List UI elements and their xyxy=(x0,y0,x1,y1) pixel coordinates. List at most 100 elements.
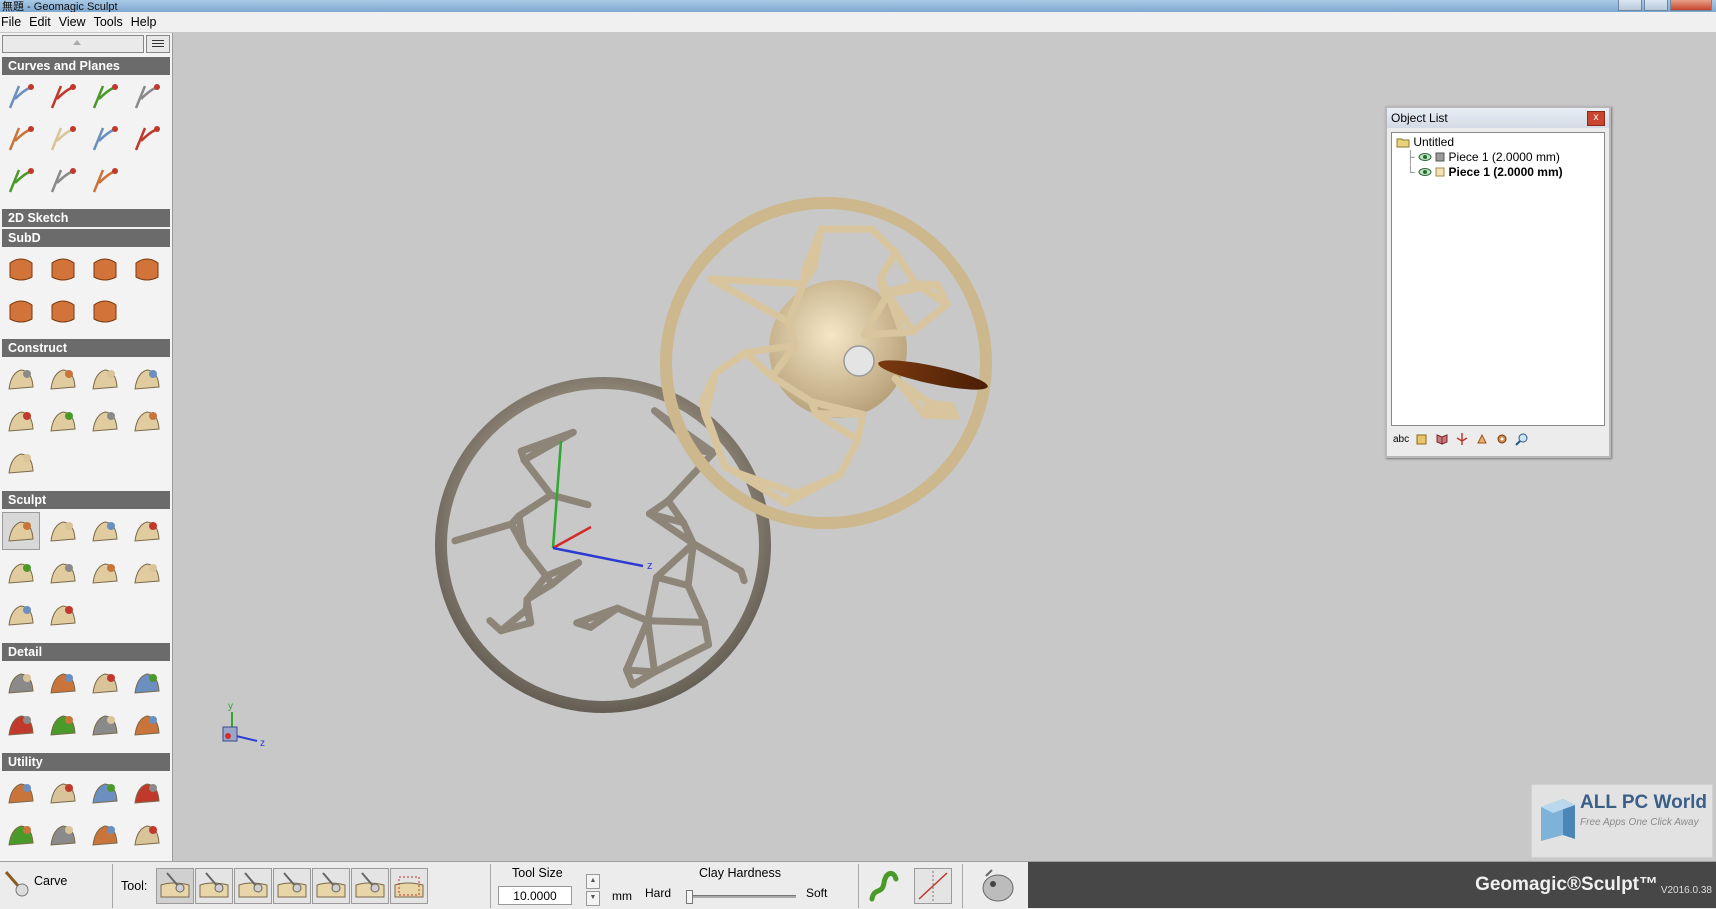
palette-scroll-up[interactable] xyxy=(2,35,144,53)
gear-icon[interactable] xyxy=(1495,432,1509,446)
subd-cylinder-icon[interactable] xyxy=(128,250,166,288)
menu-view[interactable]: View xyxy=(58,15,86,29)
emboss-icon[interactable] xyxy=(128,554,166,592)
section-header[interactable]: 2D Sketch xyxy=(2,209,170,227)
dark-lattice-sphere[interactable] xyxy=(441,383,765,707)
capsule-icon[interactable] xyxy=(128,402,166,440)
stepper-down[interactable]: ▼ xyxy=(586,891,600,906)
clay-hardness-slider[interactable] xyxy=(686,895,796,898)
section-header[interactable]: Sculpt xyxy=(2,491,170,509)
tree-item-piece-1[interactable]: ├ Piece 1 (2.0000 mm) xyxy=(1406,150,1560,165)
sphere-plane-icon[interactable] xyxy=(86,120,124,158)
spikes-icon[interactable] xyxy=(44,706,82,744)
plane-grid-icon[interactable] xyxy=(2,162,40,200)
tool-variant-5-button[interactable] xyxy=(312,868,350,904)
curve-cut-icon[interactable] xyxy=(86,554,124,592)
subd-torus-icon[interactable] xyxy=(86,250,124,288)
boolean-blocks-icon[interactable] xyxy=(2,774,40,812)
blob-icon[interactable] xyxy=(44,402,82,440)
visibility-eye-icon[interactable] xyxy=(1418,167,1432,177)
curve-extend-icon[interactable] xyxy=(128,78,166,116)
texture-honeycomb-icon[interactable] xyxy=(44,664,82,702)
light-lattice-sphere[interactable] xyxy=(666,203,986,523)
tool-variant-4-button[interactable] xyxy=(273,868,311,904)
object-list-close-button[interactable]: x xyxy=(1587,111,1605,126)
figure-icon[interactable] xyxy=(2,596,40,634)
swirl-icon[interactable] xyxy=(128,664,166,702)
section-header[interactable]: Detail xyxy=(2,643,170,661)
color-paint-icon[interactable] xyxy=(128,706,166,744)
edit-curve-icon[interactable] xyxy=(86,78,124,116)
box-frame-icon[interactable] xyxy=(86,774,124,812)
clay-hardness-handle[interactable] xyxy=(686,890,693,904)
head-icon[interactable] xyxy=(44,596,82,634)
inflate-icon[interactable] xyxy=(2,554,40,592)
clay-texture-icon[interactable] xyxy=(2,816,40,854)
abc-label-icon[interactable]: abc xyxy=(1393,434,1409,445)
mirror-icon[interactable] xyxy=(44,120,82,158)
close-window-button[interactable] xyxy=(1670,0,1712,11)
section-header[interactable]: Construct xyxy=(2,339,170,357)
cube-frame-icon[interactable] xyxy=(2,444,40,482)
menu-help[interactable]: Help xyxy=(130,15,157,29)
piece-icon[interactable] xyxy=(1415,432,1429,446)
patch-sphere-icon[interactable] xyxy=(86,402,124,440)
tool-variant-3-button[interactable] xyxy=(234,868,272,904)
brush-icon[interactable] xyxy=(128,512,166,550)
hand-icon[interactable] xyxy=(1475,432,1489,446)
mirror-icon[interactable] xyxy=(1435,432,1449,446)
palette-menu-button[interactable] xyxy=(146,35,170,53)
flat-sand-icon[interactable] xyxy=(44,554,82,592)
section-header[interactable]: Curves and Planes xyxy=(2,57,170,75)
select-arrow-icon[interactable] xyxy=(2,78,40,116)
texture-ball-icon[interactable] xyxy=(86,664,124,702)
menu-edit[interactable]: Edit xyxy=(28,15,51,29)
subd-plane-icon[interactable] xyxy=(2,292,40,330)
tree-root-untitled[interactable]: Untitled xyxy=(1396,135,1454,150)
pencil-curve-icon[interactable] xyxy=(44,78,82,116)
polyhedron-icon[interactable] xyxy=(86,706,124,744)
visibility-eye-icon[interactable] xyxy=(1418,152,1432,162)
subd-blob-icon[interactable] xyxy=(44,292,82,330)
pin-icon[interactable] xyxy=(1455,432,1469,446)
smooth-press-icon[interactable] xyxy=(86,512,124,550)
line-segment-icon[interactable] xyxy=(2,120,40,158)
loft-icon[interactable] xyxy=(86,360,124,398)
carve-icon[interactable] xyxy=(2,512,40,550)
stepper-up[interactable]: ▲ xyxy=(586,874,600,889)
haptic-device-icon[interactable] xyxy=(978,866,1018,904)
maximize-button[interactable] xyxy=(1644,0,1668,11)
menu-tools[interactable]: Tools xyxy=(93,15,123,29)
minimize-button[interactable] xyxy=(1618,0,1642,11)
tool-variant-7-button[interactable] xyxy=(390,868,428,904)
tree-item-piece-2[interactable]: └ Piece 1 (2.0000 mm) xyxy=(1406,165,1563,180)
subd-patch-icon[interactable] xyxy=(2,250,40,288)
menu-file[interactable]: File xyxy=(0,15,21,29)
symmetry-toggle-button[interactable] xyxy=(914,868,952,904)
section-header[interactable]: Utility xyxy=(2,753,170,771)
smudge-icon[interactable] xyxy=(44,512,82,550)
view-orientation-indicator[interactable]: y z xyxy=(223,701,265,749)
tool-variant-6-button[interactable] xyxy=(351,868,389,904)
tool-variant-1-button[interactable] xyxy=(156,868,194,904)
tool-size-stepper[interactable]: ▲▼ xyxy=(586,874,598,904)
square-inset-icon[interactable] xyxy=(44,816,82,854)
emboss-figure-icon[interactable] xyxy=(2,664,40,702)
subd-cube-icon[interactable] xyxy=(44,250,82,288)
sphere-curve-icon[interactable] xyxy=(86,162,124,200)
plane-cut-icon[interactable] xyxy=(128,120,166,158)
worm-tool-icon[interactable] xyxy=(866,867,904,903)
find-icon[interactable] xyxy=(1515,432,1529,446)
cube-block-icon[interactable] xyxy=(128,360,166,398)
tool-size-input[interactable] xyxy=(498,886,572,905)
curve-detail-icon[interactable] xyxy=(2,706,40,744)
split-piece-icon[interactable] xyxy=(44,774,82,812)
section-header[interactable]: SubD xyxy=(2,229,170,247)
subd-sphere-icon[interactable] xyxy=(86,292,124,330)
sweep-icon[interactable] xyxy=(44,360,82,398)
sword-cut-icon[interactable] xyxy=(128,774,166,812)
project-curve-icon[interactable] xyxy=(44,162,82,200)
slab-icon[interactable] xyxy=(2,402,40,440)
extrude-icon[interactable] xyxy=(2,360,40,398)
star-axes-icon[interactable] xyxy=(128,816,166,854)
